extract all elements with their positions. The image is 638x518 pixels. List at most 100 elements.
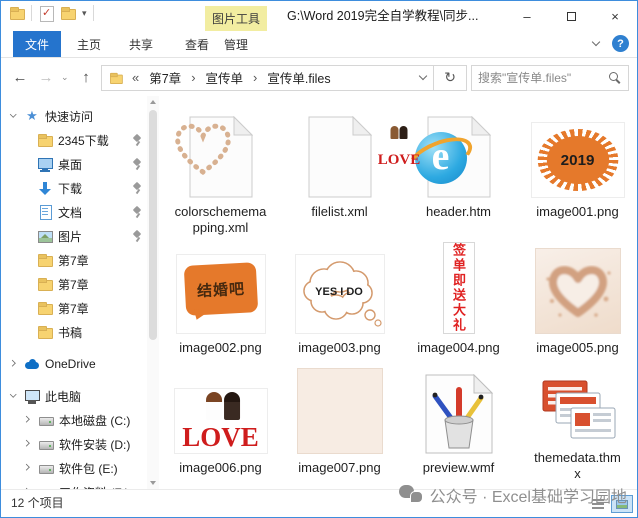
back-button[interactable]: ← xyxy=(9,69,31,86)
sidebar-item-label: 软件安装 (D:) xyxy=(59,436,130,453)
picture-tools-contextual-tab[interactable]: 图片工具 xyxy=(205,6,267,31)
file-tile[interactable]: 签单即送大礼 image004.png xyxy=(399,242,518,362)
qat-customize-caret-icon[interactable]: ▾ xyxy=(82,5,87,21)
thought-cloud-graphic: YES I DO xyxy=(296,257,384,331)
file-thumbnail xyxy=(399,362,518,456)
sidebar-item-documents[interactable]: 文档 xyxy=(1,200,159,224)
close-button[interactable]: × xyxy=(593,1,637,31)
chevron-down-icon[interactable] xyxy=(10,392,18,400)
search-input[interactable] xyxy=(478,71,608,85)
file-name: themedata.thmx xyxy=(532,450,624,482)
search-box[interactable] xyxy=(471,65,629,91)
breadcrumb-item[interactable]: 第7章 xyxy=(147,68,183,87)
breadcrumb-overflow[interactable]: « xyxy=(129,70,142,85)
file-list-area: colorschememapping.xml filelist.xml xyxy=(159,96,637,489)
chevron-right-icon[interactable] xyxy=(24,416,32,424)
sidebar-item-label: 下载 xyxy=(58,180,82,197)
heart-wreath-thumbnail: LOVE xyxy=(297,368,383,454)
tab-file[interactable]: 文件 xyxy=(13,31,61,57)
search-icon[interactable] xyxy=(608,71,622,85)
file-tile[interactable]: themedata.thmx xyxy=(518,362,637,482)
sidebar-item-drive-f[interactable]: 工作资料 (F:) xyxy=(1,480,159,489)
sidebar-scrollbar[interactable] xyxy=(147,96,159,489)
tab-share[interactable]: 共享 xyxy=(117,31,165,57)
file-tile[interactable]: image005.png xyxy=(518,242,637,362)
heart-graphic xyxy=(536,249,620,333)
sidebar-item-label: 文档 xyxy=(58,204,82,221)
title-bar: ▾ 图片工具 G:\Word 2019完全自学教程\同步... – × xyxy=(1,1,637,31)
breadcrumb-item[interactable]: 宣传单 xyxy=(204,68,246,87)
download-arrow-icon xyxy=(37,180,53,196)
up-button[interactable]: ↑ xyxy=(75,69,97,86)
theme-data-icon xyxy=(535,378,621,444)
file-tile[interactable]: YES I DO image003.png xyxy=(280,242,399,362)
breadcrumb-item[interactable]: 宣传单.files xyxy=(265,68,332,87)
sidebar-item-onedrive[interactable]: OneDrive xyxy=(1,352,159,376)
item-count: 12 个项目 xyxy=(11,496,64,510)
file-tile[interactable]: e header.htm xyxy=(399,106,518,242)
new-folder-icon[interactable] xyxy=(60,5,76,21)
file-tile[interactable]: preview.wmf xyxy=(399,362,518,482)
scroll-down-icon[interactable] xyxy=(147,477,159,489)
sidebar-item-desktop[interactable]: 桌面 xyxy=(1,152,159,176)
sidebar-item-2345-downloads[interactable]: 2345下载 xyxy=(1,128,159,152)
file-tile[interactable]: 结婚吧 image002.png xyxy=(161,242,280,362)
sidebar-item-label: 第7章 xyxy=(58,300,89,317)
maximize-button[interactable] xyxy=(549,1,593,31)
sidebar-item-manuscript[interactable]: 书稿 xyxy=(1,320,159,344)
help-icon[interactable]: ? xyxy=(612,35,629,52)
sidebar-item-label: 桌面 xyxy=(58,156,82,173)
chevron-right-icon[interactable] xyxy=(10,360,18,368)
file-name: image001.png xyxy=(536,204,618,220)
file-name: colorschememapping.xml xyxy=(175,204,267,236)
file-tile[interactable]: LOVE image007.png xyxy=(280,362,399,482)
properties-icon[interactable] xyxy=(38,5,54,21)
sand-heart-thumbnail xyxy=(535,248,621,334)
sidebar-item-downloads[interactable]: 下载 xyxy=(1,176,159,200)
sidebar-item-drive-e[interactable]: 软件包 (E:) xyxy=(1,456,159,480)
expand-ribbon-chevron-icon[interactable] xyxy=(592,39,602,49)
chevron-down-icon[interactable] xyxy=(10,112,18,120)
address-divider xyxy=(433,66,434,90)
watermark-text: 公众号 · Excel基础学习园地 xyxy=(430,483,627,507)
scrollbar-thumb[interactable] xyxy=(149,110,157,340)
forward-button: → xyxy=(35,69,57,86)
vertical-banner-thumbnail: 签单即送大礼 xyxy=(443,242,475,334)
sidebar-item-label: 2345下载 xyxy=(58,132,109,149)
file-tile[interactable]: 2019 image001.png xyxy=(518,106,637,242)
sidebar-item-drive-d[interactable]: 软件安装 (D:) xyxy=(1,432,159,456)
minimize-button[interactable]: – xyxy=(505,1,549,31)
love-couple-thumbnail: LOVE xyxy=(174,388,268,454)
address-dropdown-chevron-icon[interactable] xyxy=(419,73,431,83)
folder-icon[interactable] xyxy=(9,5,25,21)
sidebar-item-chapter7[interactable]: 第7章 xyxy=(1,296,159,320)
sidebar-item-pictures[interactable]: 图片 xyxy=(1,224,159,248)
file-thumbnail: LOVE xyxy=(280,362,399,456)
heart-wreath-graphic xyxy=(161,106,245,190)
sidebar-item-chapter7[interactable]: 第7章 xyxy=(1,248,159,272)
scroll-up-icon[interactable] xyxy=(147,96,159,108)
quick-access-star-icon: ★ xyxy=(24,108,40,124)
sidebar-item-chapter7[interactable]: 第7章 xyxy=(1,272,159,296)
refresh-icon[interactable]: ↻ xyxy=(436,69,464,86)
speech-bubble-thumbnail: 结婚吧 xyxy=(176,254,266,334)
navigation-pane: ★ 快速访问 2345下载 桌面 下载 文档 xyxy=(1,96,159,489)
file-tile[interactable]: filelist.xml xyxy=(280,106,399,242)
sidebar-item-this-pc[interactable]: 此电脑 xyxy=(1,384,159,408)
sidebar-item-drive-c[interactable]: 本地磁盘 (C:) xyxy=(1,408,159,432)
onedrive-cloud-icon xyxy=(24,356,40,372)
recent-locations-chevron-icon[interactable]: ⌄ xyxy=(61,72,71,83)
sidebar-item-quick-access[interactable]: ★ 快速访问 xyxy=(1,104,159,128)
file-tile[interactable]: LOVE image006.png xyxy=(161,362,280,482)
breadcrumb-separator[interactable]: › xyxy=(250,70,260,85)
chevron-right-icon[interactable] xyxy=(24,440,32,448)
chevron-right-icon[interactable] xyxy=(24,464,32,472)
tab-home[interactable]: 主页 xyxy=(65,31,113,57)
address-bar[interactable]: « 第7章 › 宣传单 › 宣传单.files ↻ xyxy=(101,65,467,91)
file-name: image004.png xyxy=(417,340,499,356)
breadcrumb-separator[interactable]: › xyxy=(188,70,198,85)
sidebar-item-label: 第7章 xyxy=(58,276,89,293)
pin-icon xyxy=(131,230,143,242)
file-thumbnail: LOVE xyxy=(161,362,280,456)
tab-manage[interactable]: 管理 xyxy=(212,31,260,57)
